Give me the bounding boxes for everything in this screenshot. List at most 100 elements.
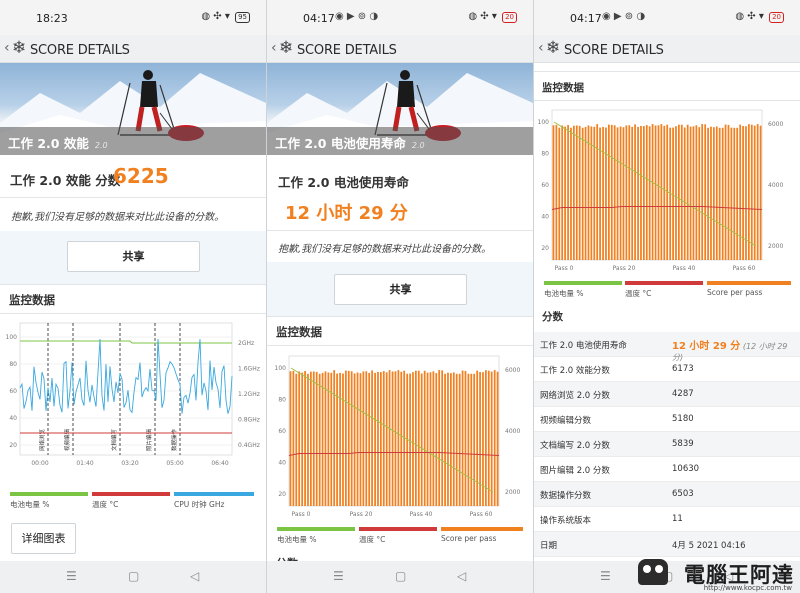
score-bar — [584, 126, 587, 261]
3dmark-logo-icon: ❄ — [12, 38, 27, 58]
score-bar — [450, 373, 452, 506]
menu-icon[interactable]: ☰ — [333, 569, 344, 583]
detail-chart-button[interactable]: 详细图表 — [11, 523, 76, 554]
score-bar — [485, 370, 487, 506]
score-bar — [394, 371, 397, 506]
monitor-chart-battery: 100 80 60 40 20 6000 4000 2000 Pass 0 Pass 20 Pass… — [538, 109, 783, 272]
score-bar — [748, 124, 750, 260]
status-time: 04:17 — [570, 12, 602, 25]
score-bar — [429, 372, 432, 506]
score-bar — [634, 124, 636, 261]
legend-score: Score per pass — [707, 281, 791, 297]
menu-icon[interactable]: ☰ — [600, 569, 611, 583]
app-bar: ‹ ❄ SCORE DETAILS — [267, 35, 533, 63]
legend-score: Score per pass — [441, 527, 523, 543]
y-tick-left: 100 — [275, 365, 287, 372]
score-row: 工作 2.0 电池使用寿命 12 小时 29 分 (12 小时 29 分) — [534, 332, 800, 362]
notification-icons: ◉ ▶ ⊚ ◑ — [335, 11, 379, 22]
score-bar — [686, 124, 689, 260]
y-tick-left: 100 — [538, 119, 550, 126]
score-name: 图片编辑 2.0 分数 — [540, 466, 610, 476]
score-bar — [718, 127, 721, 260]
segment-label: 照片编辑 — [145, 428, 153, 451]
score-row: 日期 4月 5 2021 04:16 — [534, 532, 800, 557]
x-tick: Pass 60 — [470, 511, 493, 518]
score-bar — [608, 124, 610, 260]
nav-bar: ☰ ▢ ◁ — [267, 561, 533, 593]
segment-label: 数据操作 — [170, 428, 178, 451]
score-value: 10630 — [672, 464, 700, 474]
monitor-title: 监控数据 — [542, 82, 584, 94]
score-bar — [695, 125, 698, 260]
score-name: 工作 2.0 电池使用寿命 — [540, 341, 627, 351]
score-bar — [455, 373, 458, 506]
no-compare-message: 抱歉,我们没有足够的数据来对比此设备的分数。 — [11, 212, 225, 223]
hero-band: 工作 2.0 电池使用寿命 2.0 — [267, 127, 533, 155]
score-bar — [704, 124, 707, 260]
score-row: 数据操作分数 6503 — [534, 482, 800, 507]
score-bar — [415, 370, 417, 506]
score-value: 12 小时 29 分 — [285, 203, 408, 224]
app-bar: ‹ ❄ SCORE DETAILS — [0, 35, 266, 63]
app-bar: ‹ ❄ SCORE DETAILS — [534, 35, 800, 63]
back-icon[interactable]: ‹ — [271, 40, 277, 56]
back-icon[interactable]: ‹ — [538, 40, 544, 56]
score-bar — [452, 372, 455, 506]
score-bar — [742, 126, 744, 260]
score-bar — [333, 370, 336, 506]
panel-score-list: 04:17 ◉ ▶ ⊚ ◑ ◍ ✣ ▾ 20 ‹ ❄ SCORE DETAILS… — [534, 0, 800, 593]
score-bar — [756, 124, 759, 260]
back-nav-icon[interactable]: ◁ — [457, 569, 466, 583]
y-tick-right: 1.2GHz — [238, 391, 260, 398]
x-tick: Pass 60 — [733, 265, 756, 272]
divider — [0, 313, 266, 314]
score-bar — [380, 372, 382, 506]
3dmark-logo-icon: ❄ — [279, 38, 294, 58]
score-bar — [324, 371, 327, 506]
legend-temperature: 温度 °C — [359, 527, 437, 545]
score-bar — [640, 126, 642, 260]
score-bar — [441, 370, 444, 506]
home-icon[interactable]: ▢ — [128, 569, 139, 583]
share-button[interactable]: 共享 — [67, 241, 200, 272]
score-name: 视频编辑分数 — [540, 416, 592, 426]
score-row: 视频编辑分数 5180 — [534, 407, 800, 432]
score-bar — [388, 370, 391, 506]
legend-cpu: CPU 时钟 GHz — [174, 492, 254, 510]
home-icon[interactable]: ▢ — [395, 569, 406, 583]
score-bar — [417, 370, 420, 506]
menu-icon[interactable]: ☰ — [66, 569, 77, 583]
score-bar — [637, 126, 639, 261]
x-tick: Pass 40 — [673, 265, 696, 272]
score-bar — [599, 127, 601, 260]
y-tick-left: 80 — [541, 151, 549, 158]
score-value: 6503 — [672, 489, 694, 499]
back-icon[interactable]: ‹ — [4, 40, 10, 56]
score-bar — [365, 371, 368, 506]
x-tick: 03:20 — [121, 460, 138, 467]
y-tick-left: 60 — [541, 182, 549, 189]
y-tick-left: 100 — [6, 334, 18, 341]
y-tick-right: 2GHz — [238, 340, 254, 347]
score-bar — [362, 371, 365, 506]
score-bar — [310, 371, 312, 506]
score-value: 6225 — [113, 164, 169, 188]
score-value: 4月 5 2021 04:16 — [672, 541, 746, 551]
score-bar — [336, 373, 338, 506]
y-tick-left: 20 — [9, 442, 17, 449]
score-bar — [602, 126, 604, 261]
score-bar — [438, 370, 441, 506]
score-bar — [420, 373, 423, 506]
watermark-owl-icon — [638, 559, 668, 585]
score-bar — [552, 125, 555, 260]
y-tick-left: 80 — [9, 361, 17, 368]
score-bar — [707, 127, 709, 260]
score-row: 工作 2.0 效能 分数 6225 — [0, 155, 266, 197]
score-bar — [721, 127, 724, 260]
score-bar — [371, 370, 373, 506]
back-nav-icon[interactable]: ◁ — [190, 569, 199, 583]
status-time: 04:17 — [303, 12, 335, 25]
nav-bar: ☰ ▢ ◁ — [0, 561, 266, 593]
score-bar — [327, 372, 330, 506]
share-button[interactable]: 共享 — [334, 274, 467, 305]
